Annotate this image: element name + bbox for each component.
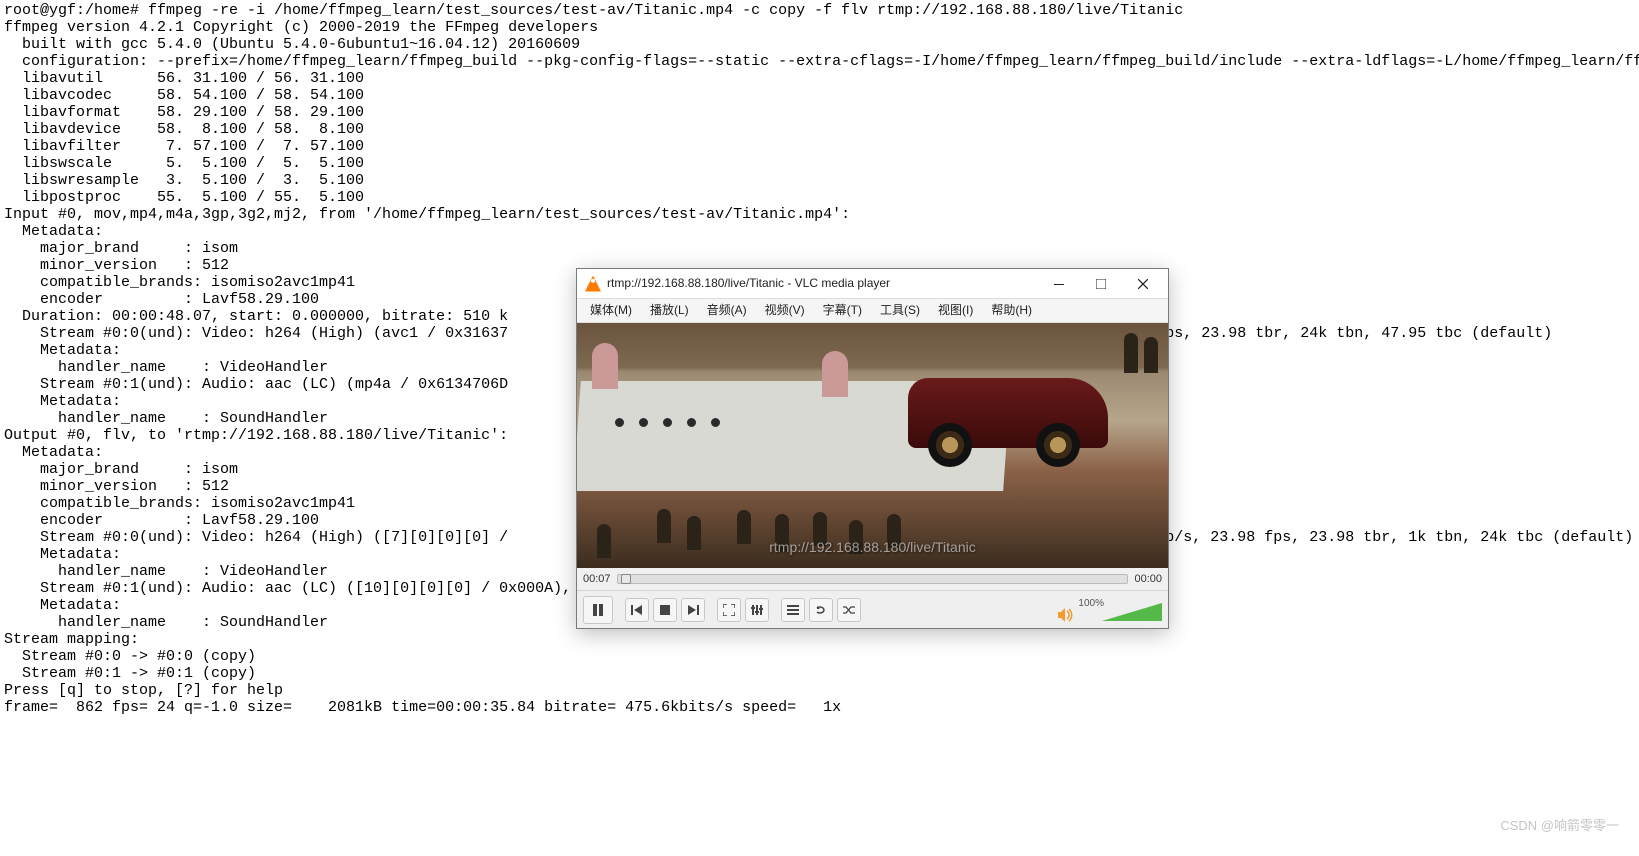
terminal-line: libpostproc 55. 5.100 / 55. 5.100	[4, 189, 1635, 206]
terminal-line: libswscale 5. 5.100 / 5. 5.100	[4, 155, 1635, 172]
shuffle-button[interactable]	[837, 598, 861, 622]
menu-tools[interactable]: 工具(S)	[871, 299, 929, 322]
terminal-line: frame= 862 fps= 24 q=-1.0 size= 2081kB t…	[4, 699, 1635, 716]
terminal-line: Press [q] to stop, [?] for help	[4, 682, 1635, 699]
volume-icon[interactable]	[1056, 606, 1074, 624]
maximize-button[interactable]	[1080, 270, 1122, 298]
playlist-button[interactable]	[781, 598, 805, 622]
terminal-line: libavdevice 58. 8.100 / 58. 8.100	[4, 121, 1635, 138]
loop-button[interactable]	[809, 598, 833, 622]
minimize-button[interactable]	[1038, 270, 1080, 298]
terminal-line: Metadata:	[4, 223, 1635, 240]
terminal-line: libavfilter 7. 57.100 / 7. 57.100	[4, 138, 1635, 155]
menu-help[interactable]: 帮助(H)	[982, 299, 1041, 322]
video-overlay-url: rtmp://192.168.88.180/live/Titanic	[769, 539, 976, 556]
seek-bar-row: 00:07 00:00	[577, 568, 1168, 590]
prev-button[interactable]	[625, 598, 649, 622]
terminal-line: ffmpeg version 4.2.1 Copyright (c) 2000-…	[4, 19, 1635, 36]
ext-settings-button[interactable]	[745, 598, 769, 622]
terminal-line: major_brand : isom	[4, 240, 1635, 257]
terminal-line: libswresample 3. 5.100 / 3. 5.100	[4, 172, 1635, 189]
terminal-line: Stream #0:1 -> #0:1 (copy)	[4, 665, 1635, 682]
pause-button[interactable]	[583, 596, 613, 624]
terminal-line: Stream mapping:	[4, 631, 1635, 648]
menu-subtitle[interactable]: 字幕(T)	[814, 299, 871, 322]
vlc-video-area[interactable]: rtmp://192.168.88.180/live/Titanic	[577, 323, 1168, 568]
time-elapsed: 00:07	[583, 571, 611, 588]
terminal-line: libavcodec 58. 54.100 / 58. 54.100	[4, 87, 1635, 104]
menu-view[interactable]: 视图(I)	[929, 299, 982, 322]
volume-percent: 100%	[1078, 595, 1104, 612]
time-remaining: 00:00	[1134, 571, 1162, 588]
terminal-line: libavutil 56. 31.100 / 56. 31.100	[4, 70, 1635, 87]
menu-video[interactable]: 视频(V)	[756, 299, 814, 322]
seek-track[interactable]	[617, 574, 1129, 584]
watermark-text: CSDN @响箭零零一	[1500, 817, 1619, 834]
seek-knob[interactable]	[621, 574, 631, 584]
terminal-line: Stream #0:0 -> #0:0 (copy)	[4, 648, 1635, 665]
terminal-line: Input #0, mov,mp4,m4a,3gp,3g2,mj2, from …	[4, 206, 1635, 223]
terminal-line: root@ygf:/home# ffmpeg -re -i /home/ffmp…	[4, 2, 1635, 19]
menu-media[interactable]: 媒体(M)	[581, 299, 641, 322]
next-button[interactable]	[681, 598, 705, 622]
terminal-line: libavformat 58. 29.100 / 58. 29.100	[4, 104, 1635, 121]
menu-audio[interactable]: 音频(A)	[698, 299, 756, 322]
vlc-title-text: rtmp://192.168.88.180/live/Titanic - VLC…	[607, 275, 1038, 292]
menu-playback[interactable]: 播放(L)	[641, 299, 698, 322]
vlc-titlebar[interactable]: rtmp://192.168.88.180/live/Titanic - VLC…	[577, 269, 1168, 299]
vlc-cone-icon	[585, 276, 601, 292]
terminal-line: built with gcc 5.4.0 (Ubuntu 5.4.0-6ubun…	[4, 36, 1635, 53]
volume-slider[interactable]	[1102, 602, 1162, 624]
vlc-window: rtmp://192.168.88.180/live/Titanic - VLC…	[576, 268, 1169, 629]
vlc-menubar: 媒体(M) 播放(L) 音频(A) 视频(V) 字幕(T) 工具(S) 视图(I…	[577, 299, 1168, 323]
fullscreen-button[interactable]	[717, 598, 741, 622]
close-button[interactable]	[1122, 270, 1164, 298]
stop-button[interactable]	[653, 598, 677, 622]
terminal-line: configuration: --prefix=/home/ffmpeg_lea…	[4, 53, 1635, 70]
vlc-controls-row: 100%	[577, 590, 1168, 628]
